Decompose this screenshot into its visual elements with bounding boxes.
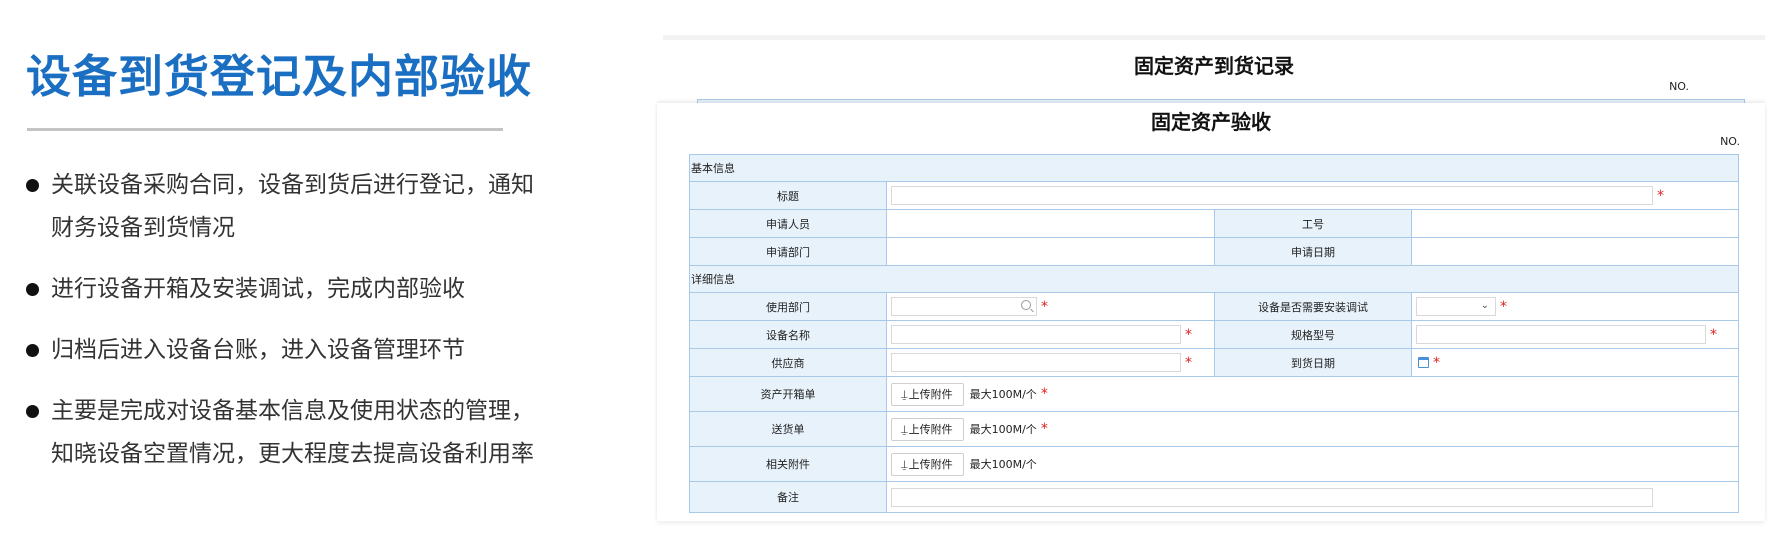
- use-department-cell: *: [886, 292, 1215, 321]
- bullet-text: 财务设备到货情况: [51, 215, 235, 241]
- upload-button-label: 上传附件: [908, 457, 953, 471]
- upload-icon: ⍊: [901, 422, 908, 436]
- need-install-select[interactable]: ⌄: [1416, 297, 1496, 316]
- supplier-cell: *: [886, 348, 1215, 377]
- employee-no-field[interactable]: [1411, 209, 1739, 238]
- attachments-cell: ⍊上传附件 最大100M/个: [886, 446, 1739, 482]
- required-mark: *: [1500, 298, 1507, 315]
- apply-date-field[interactable]: [1411, 237, 1739, 266]
- label-delivery-note: 送货单: [689, 411, 887, 447]
- department-field[interactable]: [886, 237, 1215, 266]
- bullet-dot-icon: [26, 179, 39, 192]
- record-form-title: 固定资产到货记录: [1134, 54, 1294, 78]
- label-device-name: 设备名称: [689, 320, 887, 349]
- bullet-item: 主要是完成对设备基本信息及使用状态的管理， 知晓设备空置情况，更大程度去提高设备…: [26, 390, 586, 476]
- section-detail-info: 详细信息: [689, 265, 1739, 293]
- arrival-date-cell: *: [1411, 348, 1739, 377]
- upload-size-hint: 最大100M/个: [969, 388, 1037, 401]
- required-mark: *: [1041, 298, 1048, 315]
- applicant-field[interactable]: [886, 209, 1215, 238]
- required-mark: *: [1040, 386, 1048, 402]
- label-unpacking-sheet: 资产开箱单: [689, 376, 887, 412]
- upload-size-hint: 最大100M/个: [969, 423, 1037, 436]
- calendar-icon[interactable]: [1418, 357, 1429, 368]
- label-title: 标题: [689, 181, 887, 210]
- section-basic-info: 基本信息: [689, 154, 1739, 182]
- label-supplier: 供应商: [689, 348, 887, 377]
- label-employee-no: 工号: [1214, 209, 1412, 238]
- label-arrival-date: 到货日期: [1214, 348, 1412, 377]
- need-install-cell: ⌄ *: [1411, 292, 1739, 321]
- label-attachments: 相关附件: [689, 446, 887, 482]
- bullet-item: 关联设备采购合同，设备到货后进行登记，通知 财务设备到货情况: [26, 164, 586, 250]
- upload-delivery-note-button[interactable]: ⍊上传附件: [891, 417, 964, 441]
- title-cell: *: [886, 181, 1739, 210]
- supplier-input[interactable]: [891, 353, 1181, 372]
- required-mark: *: [1657, 187, 1664, 204]
- bullet-item: 进行设备开箱及安装调试，完成内部验收: [26, 268, 586, 311]
- upload-unpacking-sheet-button[interactable]: ⍊上传附件: [891, 382, 964, 406]
- upload-attachments-button[interactable]: ⍊上传附件: [891, 452, 964, 476]
- required-mark: *: [1040, 421, 1048, 437]
- unpacking-sheet-cell: ⍊上传附件 最大100M/个 *: [886, 376, 1739, 412]
- title-input[interactable]: [891, 186, 1653, 205]
- spec-model-cell: *: [1411, 320, 1739, 349]
- required-mark: *: [1433, 354, 1440, 371]
- bullet-text: 归档后进入设备台账，进入设备管理环节: [51, 337, 465, 363]
- bullet-dot-icon: [26, 405, 39, 418]
- label-spec-model: 规格型号: [1214, 320, 1412, 349]
- label-remarks: 备注: [689, 481, 887, 513]
- bullet-text: 关联设备采购合同，设备到货后进行登记，通知: [51, 172, 534, 198]
- search-icon[interactable]: [1021, 300, 1031, 310]
- bullet-item: 归档后进入设备台账，进入设备管理环节: [26, 329, 586, 372]
- upload-icon: ⍊: [901, 457, 908, 471]
- upload-button-label: 上传附件: [908, 422, 953, 436]
- label-need-install: 设备是否需要安装调试: [1214, 292, 1412, 321]
- label-use-department: 使用部门: [689, 292, 887, 321]
- device-name-input[interactable]: [891, 325, 1181, 344]
- acceptance-form-table: 基本信息 标题 * 申请人员 工号 申请部门 申请日期 详细信息 使用部门 *: [689, 154, 1739, 513]
- device-name-cell: *: [886, 320, 1215, 349]
- record-form-no: NO.: [1669, 80, 1689, 93]
- acceptance-form-no: NO.: [1720, 135, 1740, 148]
- required-mark: *: [1185, 326, 1192, 343]
- spec-model-input[interactable]: [1416, 325, 1706, 344]
- label-department: 申请部门: [689, 237, 887, 266]
- upload-icon: ⍊: [901, 387, 908, 401]
- slide-title: 设备到货登记及内部验收: [26, 50, 533, 103]
- chevron-down-icon: ⌄: [1480, 300, 1489, 311]
- acceptance-form: 固定资产验收 NO. 基本信息 标题 * 申请人员 工号 申请部门 申请日期 详…: [657, 103, 1765, 521]
- bullet-text: 主要是完成对设备基本信息及使用状态的管理，: [51, 398, 534, 424]
- required-mark: *: [1185, 354, 1192, 371]
- remarks-cell: [886, 481, 1739, 513]
- delivery-note-cell: ⍊上传附件 最大100M/个 *: [886, 411, 1739, 447]
- label-applicant: 申请人员: [689, 209, 887, 238]
- remarks-input[interactable]: [891, 487, 1653, 507]
- label-apply-date: 申请日期: [1214, 237, 1412, 266]
- required-mark: *: [1710, 326, 1717, 343]
- bullet-list: 关联设备采购合同，设备到货后进行登记，通知 财务设备到货情况 进行设备开箱及安装…: [26, 164, 586, 494]
- upload-size-hint: 最大100M/个: [969, 458, 1037, 471]
- bullet-text: 进行设备开箱及安装调试，完成内部验收: [51, 276, 465, 302]
- use-department-input[interactable]: [891, 297, 1037, 316]
- acceptance-form-title: 固定资产验收: [1151, 110, 1271, 134]
- bullet-dot-icon: [26, 344, 39, 357]
- title-divider: [27, 128, 503, 131]
- bullet-text: 知晓设备空置情况，更大程度去提高设备利用率: [51, 441, 534, 467]
- bullet-dot-icon: [26, 283, 39, 296]
- upload-button-label: 上传附件: [908, 387, 953, 401]
